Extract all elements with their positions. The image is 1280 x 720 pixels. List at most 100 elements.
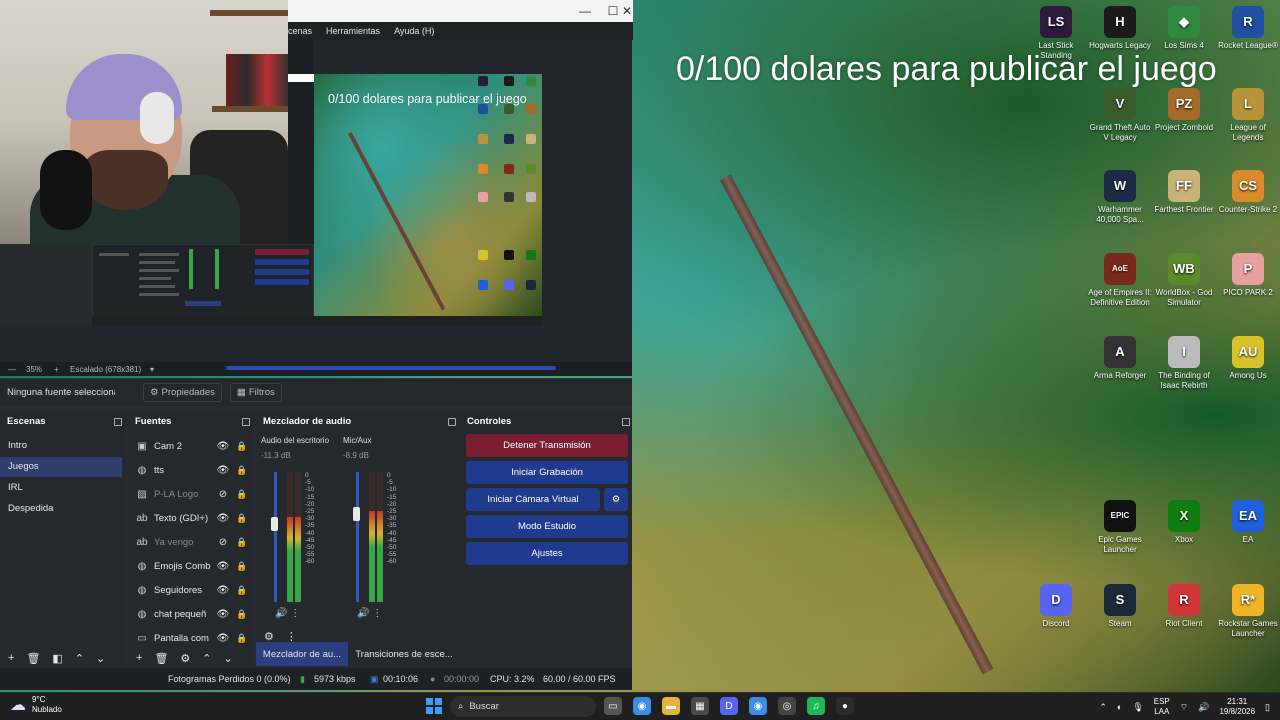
wifi-icon[interactable]: ⌔ (1180, 702, 1188, 713)
volume-slider-knob[interactable] (271, 517, 278, 531)
photos-icon[interactable]: ▦ (691, 697, 709, 715)
source-item[interactable]: ◍ Seguidores 👁 🔒 (132, 580, 250, 600)
studio-mode-button[interactable]: Modo Estudio (466, 515, 628, 538)
eye-icon[interactable]: 👁 (216, 465, 230, 476)
file-explorer-icon[interactable]: ▬ (662, 697, 680, 715)
move-down-icon[interactable]: ⌄ (224, 652, 233, 665)
eye-icon[interactable]: 👁 (216, 441, 230, 452)
virtual-camera-settings-button[interactable]: ⚙ (604, 488, 628, 511)
obs-icon[interactable]: ● (836, 697, 854, 715)
zoom-in-icon[interactable]: + (54, 365, 59, 374)
source-item[interactable]: ◍ tts 👁 🔒 (132, 460, 250, 480)
chrome-2-icon[interactable]: ◉ (749, 697, 767, 715)
eye-off-icon[interactable]: ⊘ (216, 537, 230, 548)
preview-scrollbar[interactable] (226, 366, 556, 370)
eye-icon[interactable]: 👁 (216, 633, 230, 644)
scene-item-intro[interactable]: Intro (0, 436, 122, 456)
tab-audio-mixer[interactable]: Mezclador de au... (256, 642, 348, 666)
lock-icon[interactable]: 🔒 (236, 513, 248, 524)
desktop-icon[interactable]: CS Counter-Strike 2 (1215, 170, 1280, 215)
add-scene-icon[interactable]: + (8, 652, 14, 664)
desktop-icon[interactable]: A Arma Reforger (1087, 336, 1153, 381)
chrome-icon[interactable]: ◉ (633, 697, 651, 715)
desktop-icon[interactable]: X Xbox (1151, 500, 1217, 545)
zoom-out-icon[interactable]: — (8, 365, 16, 374)
eye-icon[interactable]: 👁 (216, 585, 230, 596)
desktop-icon[interactable]: LS Last Stick Standing (1023, 6, 1089, 61)
notifications-icon[interactable]: ▯ (1265, 702, 1270, 713)
desktop-icon[interactable]: L League of Legends (1215, 88, 1280, 143)
lock-icon[interactable]: 🔒 (236, 441, 248, 452)
volume-icon[interactable]: 🔊 (1198, 702, 1209, 713)
desktop-icon[interactable]: I The Binding of Isaac Rebirth (1151, 336, 1217, 391)
channel-menu-icon[interactable]: ⋮ (290, 608, 300, 619)
dock-menu-icon[interactable] (242, 418, 250, 426)
lock-icon[interactable]: 🔒 (236, 585, 248, 596)
start-virtual-camera-button[interactable]: Iniciar Cámara Virtual (466, 488, 600, 511)
lock-icon[interactable]: 🔒 (236, 609, 248, 620)
lock-icon[interactable]: 🔒 (236, 465, 248, 476)
source-item[interactable]: ab Ya vengo ⊘ 🔒 (132, 532, 250, 552)
dock-menu-icon[interactable] (622, 418, 630, 426)
desktop-icon[interactable]: R Riot Client (1151, 584, 1217, 629)
menu-help[interactable]: Ayuda (H) (394, 26, 434, 36)
desktop-icon[interactable]: R Rocket League® (1215, 6, 1280, 51)
volume-slider[interactable] (274, 472, 277, 602)
desktop-icon[interactable]: V Grand Theft Auto V Legacy (1087, 88, 1153, 143)
source-item[interactable]: ◍ Emojis Comb 👁 🔒 (132, 556, 250, 576)
desktop-icon[interactable]: R* Rockstar Games Launcher (1215, 584, 1280, 639)
desktop-icon[interactable]: PZ Project Zomboid (1151, 88, 1217, 133)
scene-item-juegos[interactable]: Juegos (0, 457, 122, 477)
close-button[interactable]: ✕ (620, 2, 634, 20)
settings-button[interactable]: Ajustes (466, 542, 628, 565)
mic-tray-icon[interactable]: 🎙 (1132, 702, 1143, 713)
scale-dropdown-icon[interactable]: ▾ (150, 365, 154, 374)
source-settings-icon[interactable]: ⚙ (180, 652, 190, 665)
source-item[interactable]: ▨ P-LA Logo ⊘ 🔒 (132, 484, 250, 504)
menu-scenes[interactable]: cenas (288, 26, 312, 36)
add-source-icon[interactable]: + (136, 652, 142, 664)
remove-source-icon[interactable]: 🗑 (154, 652, 168, 665)
filters-button[interactable]: ▦ Filtros (229, 383, 282, 402)
desktop-icon[interactable]: D Discord (1023, 584, 1089, 629)
start-recording-button[interactable]: Iniciar Grabación (466, 461, 628, 484)
spotify-icon[interactable]: ♫ (807, 697, 825, 715)
move-down-icon[interactable]: ⌄ (96, 652, 105, 665)
desktop-icon[interactable]: W Warhammer 40,000 Spa... (1087, 170, 1153, 225)
desktop-icon[interactable]: EA EA (1215, 500, 1280, 545)
properties-button[interactable]: ⚙ Propiedades (143, 383, 222, 402)
volume-slider-knob[interactable] (353, 506, 360, 521)
network-tray-icon[interactable]: ◐ (1117, 702, 1122, 712)
desktop-icon[interactable]: AoE Age of Empires II: Definitive Edition (1087, 253, 1153, 308)
desktop-icon[interactable]: ◆ Los Sims 4 (1151, 6, 1217, 51)
eye-icon[interactable]: 👁 (216, 513, 230, 524)
weather-widget[interactable]: ☁ 9°C Nublado (10, 695, 62, 715)
minimize-button[interactable]: — (574, 2, 596, 20)
taskbar-clock[interactable]: 21:31 19/8/2026 (1219, 697, 1255, 717)
lock-icon[interactable]: 🔒 (236, 561, 248, 572)
taskbar-search[interactable]: ⌕ Buscar (450, 696, 596, 717)
menu-tools[interactable]: Herramientas (326, 26, 380, 36)
remove-scene-icon[interactable]: 🗑 (26, 652, 40, 665)
lock-icon[interactable]: 🔒 (236, 489, 248, 500)
discord-icon[interactable]: D (720, 697, 738, 715)
desktop-icon[interactable]: H Hogwarts Legacy (1087, 6, 1153, 51)
source-item[interactable]: ab Texto (GDI+) 👁 🔒 (132, 508, 250, 528)
desktop-icon[interactable]: EPIC Epic Games Launcher (1087, 500, 1153, 555)
source-item[interactable]: ◍ chat pequeñ 👁 🔒 (132, 604, 250, 624)
volume-slider[interactable] (356, 472, 359, 602)
desktop-icon[interactable]: AU Among Us (1215, 336, 1280, 381)
tab-scene-transitions[interactable]: Transiciones de esce... (352, 642, 456, 666)
desktop-icon[interactable]: WB WorldBox - God Simulator (1151, 253, 1217, 308)
dock-menu-icon[interactable] (448, 418, 456, 426)
desktop-icon[interactable]: FF Farthest Frontier (1151, 170, 1217, 215)
eye-icon[interactable]: 👁 (216, 609, 230, 620)
channel-menu-icon[interactable]: ⋮ (372, 608, 382, 619)
lock-icon[interactable]: 🔒 (236, 537, 248, 548)
speaker-icon[interactable]: 🔊 (357, 608, 369, 619)
move-up-icon[interactable]: ⌃ (202, 652, 211, 665)
eye-icon[interactable]: 👁 (216, 561, 230, 572)
scene-item-irl[interactable]: IRL (0, 478, 122, 498)
scene-filters-icon[interactable]: ◧ (52, 652, 62, 665)
task-view-icon[interactable]: ▭ (604, 697, 622, 715)
